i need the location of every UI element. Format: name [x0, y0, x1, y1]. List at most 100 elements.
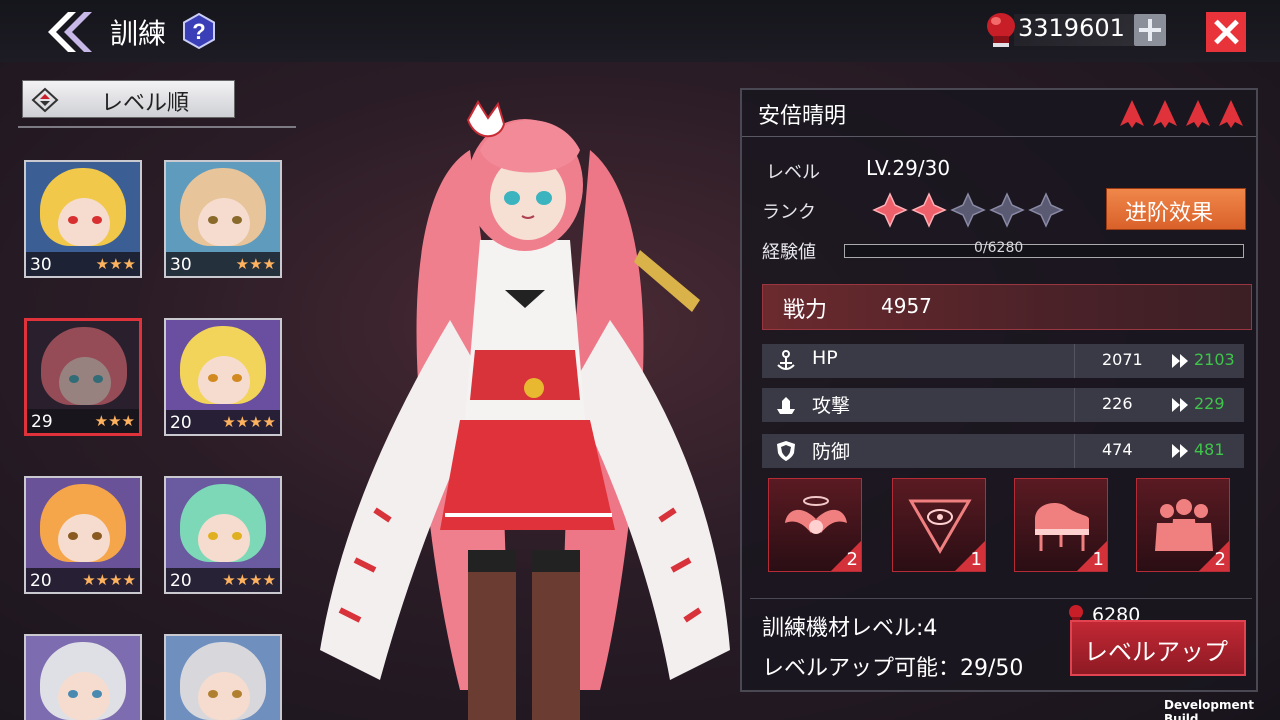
anchor-icon — [777, 350, 795, 370]
stat-row-hp: HP 2071 2103 — [762, 344, 1244, 378]
skill-count: 2 — [1214, 549, 1226, 570]
face — [198, 672, 250, 720]
eye — [92, 216, 102, 224]
card-stars: ★★★★ — [222, 571, 276, 589]
eye — [232, 690, 242, 698]
character-name: 安倍晴明 — [758, 104, 847, 129]
svg-text:?: ? — [192, 19, 205, 44]
rank-stars — [872, 192, 1064, 228]
stat-label: HP — [812, 347, 838, 369]
eye — [232, 374, 242, 382]
eye — [68, 532, 78, 540]
eye — [232, 216, 242, 224]
back-button[interactable] — [40, 8, 96, 56]
eye — [208, 374, 218, 382]
rank-star-empty — [950, 192, 986, 228]
character-card[interactable]: 30 ★★★ — [24, 160, 142, 278]
stat-next: 481 — [1194, 440, 1225, 459]
card-level: 20 — [170, 413, 192, 433]
character-card[interactable]: 20 ★★★★ — [164, 318, 282, 436]
eye — [68, 216, 78, 224]
stat-row-defense: 防御 474 481 — [762, 434, 1244, 468]
sort-icon — [31, 87, 59, 113]
stat-label: 防御 — [812, 441, 851, 463]
stat-label: 攻撃 — [812, 395, 851, 417]
eye — [232, 532, 242, 540]
character-card[interactable] — [24, 634, 142, 720]
exp-label: 経験値 — [762, 242, 816, 263]
skill-slot-2[interactable]: 1 — [892, 478, 986, 572]
face — [198, 198, 250, 246]
help-button[interactable]: ? — [182, 12, 216, 50]
face — [58, 198, 110, 246]
currency-value: 3319601 — [1018, 14, 1125, 42]
divider — [18, 126, 296, 128]
eye — [208, 690, 218, 698]
rank-star-empty — [1028, 192, 1064, 228]
divider — [1074, 388, 1075, 422]
levelup-label: レベルアップ — [1084, 638, 1228, 666]
divider — [1074, 434, 1075, 468]
rank-label: ランク — [762, 202, 816, 223]
face — [58, 514, 110, 562]
character-card[interactable]: 29 ★★★ — [24, 318, 142, 436]
eye — [92, 690, 102, 698]
card-level: 20 — [170, 571, 192, 591]
card-stars: ★★★ — [95, 255, 136, 273]
close-button[interactable] — [1206, 12, 1246, 52]
equipment-level: 訓練機材レベル:4 — [762, 616, 938, 641]
level-label: レベル — [766, 162, 820, 183]
advance-effect-button[interactable]: 进阶效果 — [1106, 188, 1246, 230]
skill-slot-1[interactable]: 2 — [768, 478, 862, 572]
character-detail-panel: 安倍晴明 レベル LV.29/30 ランク 进阶效果 経験値 0/6280 戦力… — [740, 88, 1258, 692]
divider — [1074, 344, 1075, 378]
card-level: 29 — [31, 412, 53, 432]
character-card[interactable]: 30 ★★★ — [164, 160, 282, 278]
exp-value: 0/6280 — [974, 240, 1024, 256]
eye — [68, 690, 78, 698]
exp-bar — [844, 244, 1244, 258]
rank-emblems — [1120, 100, 1243, 128]
character-card[interactable]: 20 ★★★★ — [164, 476, 282, 594]
rank-star-filled — [872, 192, 908, 228]
stat-current: 2071 — [1102, 350, 1143, 369]
divider — [750, 598, 1252, 599]
shield-icon — [777, 441, 795, 461]
eye — [92, 532, 102, 540]
eye — [208, 216, 218, 224]
divider — [742, 136, 1256, 137]
double-arrow-right-icon — [1172, 444, 1188, 458]
skill-count: 2 — [846, 549, 858, 570]
ship-icon — [777, 397, 795, 414]
skill-count: 1 — [1092, 549, 1104, 570]
rank-star-empty — [989, 192, 1025, 228]
card-level: 30 — [170, 255, 192, 275]
face — [58, 672, 110, 720]
card-stars: ★★★★ — [82, 571, 136, 589]
skill-slot-3[interactable]: 1 — [1014, 478, 1108, 572]
card-level: 20 — [30, 571, 52, 591]
card-stars: ★★★ — [235, 255, 276, 273]
card-stars: ★★★★ — [222, 413, 276, 431]
stat-next: 229 — [1194, 394, 1225, 413]
stat-current: 226 — [1102, 394, 1133, 413]
stat-current: 474 — [1102, 440, 1133, 459]
character-illustration — [300, 90, 740, 720]
character-card[interactable] — [164, 634, 282, 720]
face — [198, 356, 250, 404]
stat-row-attack: 攻撃 226 229 — [762, 388, 1244, 422]
power-label: 戦力 — [783, 298, 828, 323]
double-arrow-right-icon — [1172, 354, 1188, 368]
sort-label: レベル順 — [101, 91, 190, 116]
currency-add-button[interactable] — [1134, 14, 1166, 46]
advance-effect-label: 进阶效果 — [1125, 201, 1214, 226]
boxing-glove-icon — [984, 10, 1018, 50]
dev-build-label: Development Build — [1164, 698, 1254, 720]
face — [198, 514, 250, 562]
sort-button[interactable]: レベル順 — [22, 80, 235, 118]
skill-slot-4[interactable]: 2 — [1136, 478, 1230, 572]
levelup-possible: レベルアップ可能：29/50 — [762, 656, 1024, 681]
character-card[interactable]: 20 ★★★★ — [24, 476, 142, 594]
levelup-button[interactable]: レベルアップ — [1070, 620, 1246, 676]
skill-count: 1 — [970, 549, 982, 570]
